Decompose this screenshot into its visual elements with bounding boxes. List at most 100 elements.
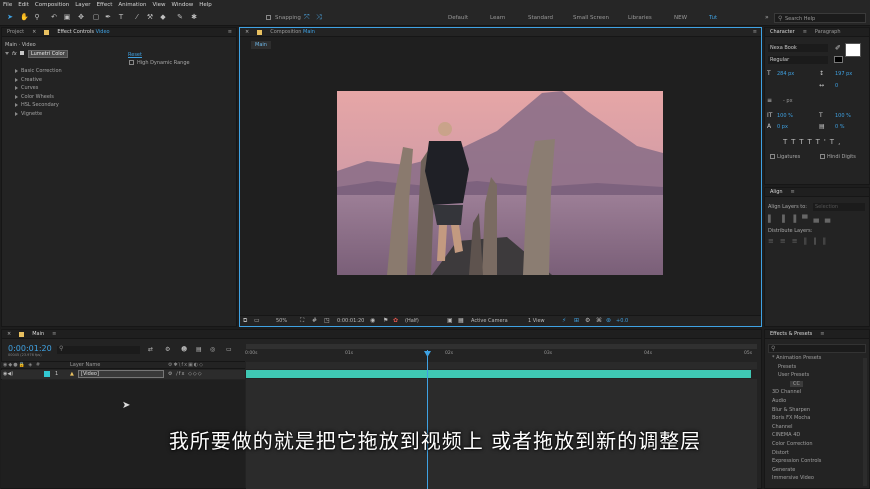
- stroke-color-swatch[interactable]: [834, 56, 843, 63]
- menu-item-composition[interactable]: Composition: [35, 2, 69, 8]
- menu-item-view[interactable]: View: [152, 2, 165, 8]
- fast-previews-icon[interactable]: ⚡: [562, 317, 566, 324]
- hdr-checkbox[interactable]: [129, 60, 134, 65]
- leading-value[interactable]: 197 px: [835, 71, 852, 77]
- timeline-icon[interactable]: ⊞: [574, 317, 579, 324]
- vertical-scale-value[interactable]: 100 %: [777, 113, 793, 119]
- draft-3d-icon[interactable]: ⚙: [165, 346, 170, 353]
- panel-menu-icon[interactable]: ≡: [753, 29, 757, 35]
- workspace-libraries[interactable]: Libraries: [628, 15, 652, 21]
- align-to-select[interactable]: Selection: [813, 203, 865, 211]
- shy-layers-icon[interactable]: ☻: [181, 346, 187, 353]
- tab-effect-controls[interactable]: Effect Controls Video: [57, 29, 109, 35]
- workspace-new[interactable]: NEW: [674, 15, 687, 21]
- layer-name-header[interactable]: Layer Name: [70, 362, 100, 368]
- tab-effects-presets[interactable]: Effects & Presets: [770, 331, 812, 337]
- monitor-icon[interactable]: ▭: [254, 317, 260, 324]
- roto-brush-tool-icon[interactable]: ✎: [176, 13, 184, 22]
- section-hsl-secondary[interactable]: HSL Secondary: [15, 102, 59, 108]
- effects-item[interactable]: User Presets: [778, 372, 809, 378]
- flowchart-icon[interactable]: ⚙: [585, 317, 590, 324]
- rotate-tool-icon[interactable]: ↶: [50, 13, 58, 22]
- effects-item[interactable]: 3D Channel: [772, 389, 801, 395]
- panel-menu-icon[interactable]: ≡: [52, 331, 56, 337]
- menu-item-animation[interactable]: Animation: [118, 2, 146, 8]
- clone-stamp-tool-icon[interactable]: ⚒: [146, 13, 154, 22]
- snapping-checkbox[interactable]: [266, 15, 271, 20]
- effects-item[interactable]: Audio: [772, 398, 786, 404]
- menu-item-help[interactable]: Help: [199, 2, 212, 8]
- effects-item[interactable]: Presets: [778, 364, 796, 370]
- menu-item-edit[interactable]: Edit: [18, 2, 29, 8]
- zoom-select[interactable]: 50%: [276, 318, 287, 324]
- exposure-value[interactable]: +0.0: [616, 318, 628, 324]
- effect-toggle-icon[interactable]: [20, 51, 25, 55]
- workspace-small-screen[interactable]: Small Screen: [573, 15, 609, 21]
- puppet-tool-icon[interactable]: ✱: [190, 13, 198, 22]
- viewer-timecode[interactable]: 0:00:01:20: [337, 318, 364, 324]
- effects-item[interactable]: Boris FX Mocha: [772, 415, 810, 421]
- snap-options-icon[interactable]: ⤨: [316, 13, 322, 22]
- frame-blending-icon[interactable]: ▤: [196, 346, 202, 353]
- section-curves[interactable]: Curves: [15, 85, 38, 91]
- zoom-tool-icon[interactable]: ⚲: [33, 13, 41, 22]
- pan-behind-tool-icon[interactable]: ✥: [77, 13, 85, 22]
- section-basic-correction[interactable]: Basic Correction: [15, 68, 62, 74]
- transparency-grid-icon[interactable]: ▦: [458, 317, 464, 324]
- section-vignette[interactable]: Vignette: [15, 111, 42, 117]
- close-icon[interactable]: ×: [245, 29, 249, 35]
- mask-icon[interactable]: ◳: [324, 317, 330, 324]
- comp-sub-tab[interactable]: Main: [251, 41, 271, 49]
- effects-item[interactable]: Expression Controls: [772, 458, 821, 464]
- workspace-learn[interactable]: Learn: [490, 15, 505, 21]
- resolution-select[interactable]: (Half): [405, 318, 419, 324]
- effects-item[interactable]: * Animation Presets: [772, 355, 821, 361]
- baseline-shift-value[interactable]: 0 px: [777, 124, 788, 130]
- workspace-standard[interactable]: Standard: [528, 15, 553, 21]
- menu-item-window[interactable]: Window: [172, 2, 194, 8]
- section-color-wheels[interactable]: Color Wheels: [15, 94, 54, 100]
- close-icon[interactable]: ≡: [803, 29, 807, 35]
- workspace-menu-icon[interactable]: »: [765, 14, 769, 21]
- hand-tool-icon[interactable]: ✋: [20, 13, 29, 22]
- eraser-tool-icon[interactable]: ◆: [159, 13, 167, 22]
- font-style-select[interactable]: Regular: [768, 56, 828, 64]
- effect-name[interactable]: Lumetri Color: [27, 50, 68, 58]
- show-snapshot-icon[interactable]: ⚑: [383, 317, 388, 324]
- rectangle-tool-icon[interactable]: ▢: [92, 13, 100, 22]
- menu-item-layer[interactable]: Layer: [75, 2, 90, 8]
- brush-tool-icon[interactable]: ⁄: [133, 13, 141, 22]
- eyedropper-icon[interactable]: ✐: [835, 44, 841, 52]
- tab-project[interactable]: Project: [7, 29, 24, 35]
- workspace-default[interactable]: Default: [448, 15, 468, 21]
- tsume-value[interactable]: 0 %: [835, 124, 845, 130]
- timeline-timecode[interactable]: 0:00:01:20: [8, 344, 52, 353]
- menu-item-file[interactable]: File: [3, 2, 12, 8]
- search-help-field[interactable]: ⚲ Search Help: [774, 13, 866, 23]
- motion-blur-icon[interactable]: ◎: [210, 346, 215, 353]
- effects-scrollbar[interactable]: [863, 358, 867, 486]
- selection-tool-icon[interactable]: ➤: [6, 13, 14, 22]
- panel-menu-icon[interactable]: ≡: [791, 189, 795, 195]
- ligatures-checkbox[interactable]: [770, 154, 775, 159]
- tab-composition[interactable]: Composition Main: [270, 29, 315, 35]
- font-size-value[interactable]: 284 px: [777, 71, 794, 77]
- camera-tool-icon[interactable]: ▣: [63, 13, 71, 22]
- roi-icon[interactable]: ▣: [447, 317, 453, 324]
- time-ruler[interactable]: [246, 349, 757, 361]
- tracking-value[interactable]: 0: [835, 83, 838, 89]
- effects-item[interactable]: Immersive Video: [772, 475, 814, 481]
- panel-menu-icon[interactable]: ≡: [228, 29, 232, 35]
- layer-duration-bar[interactable]: [246, 370, 751, 378]
- color-channel-icon[interactable]: ✿: [393, 317, 398, 324]
- hindi-digits-checkbox[interactable]: [820, 154, 825, 159]
- network-icon[interactable]: ⌘: [596, 317, 602, 324]
- distribute-buttons[interactable]: ≡≡≡‖‖‖: [768, 237, 832, 245]
- text-style-buttons[interactable]: TTTTT'T,: [783, 138, 844, 146]
- effect-row[interactable]: fx Lumetri Color: [5, 50, 68, 58]
- snapshot-icon[interactable]: ◉: [370, 317, 375, 324]
- effects-item[interactable]: CC: [790, 380, 803, 387]
- section-creative[interactable]: Creative: [15, 77, 42, 83]
- font-family-select[interactable]: Nexa Book: [768, 44, 828, 52]
- current-time-indicator[interactable]: [427, 350, 428, 489]
